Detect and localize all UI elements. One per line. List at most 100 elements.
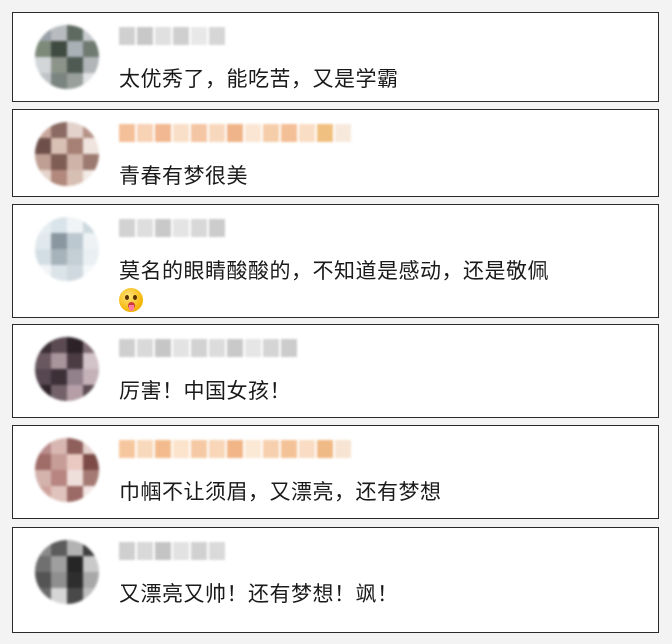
avatar-pixel — [51, 454, 67, 470]
avatar-pixel — [35, 73, 51, 89]
avatar-pixel — [35, 454, 51, 470]
username-pixel — [281, 440, 297, 458]
comment-card[interactable]: 青春有梦很美 — [12, 109, 659, 197]
avatar-pixel — [67, 540, 83, 556]
comment-card[interactable]: 太优秀了，能吃苦，又是学霸 — [12, 12, 659, 102]
username-pixel — [227, 124, 243, 142]
avatar-pixel — [51, 385, 67, 401]
username-pixel — [263, 339, 279, 357]
username-pixel — [245, 339, 261, 357]
username-pixel — [299, 124, 315, 142]
username-pixel — [173, 219, 189, 237]
username-pixel — [137, 440, 153, 458]
username-pixel — [137, 219, 153, 237]
avatar-pixel — [83, 454, 99, 470]
avatar-pixel — [35, 249, 51, 265]
comment-card[interactable]: 又漂亮又帅！还有梦想！飒！ — [12, 527, 659, 633]
username-pixel — [191, 542, 207, 560]
avatar-pixel — [51, 369, 67, 385]
avatar-pixel — [67, 337, 83, 353]
avatar-pixel — [35, 265, 51, 281]
username-pixel — [137, 339, 153, 357]
username-pixel — [209, 542, 225, 560]
avatar-pixel — [35, 540, 51, 556]
comment-text: 厉害！中国女孩！ — [119, 379, 291, 403]
avatar-pixel — [67, 122, 83, 138]
username-pixel — [209, 27, 225, 45]
username-pixel — [173, 124, 189, 142]
avatar-pixel — [51, 249, 67, 265]
avatar-pixel — [67, 217, 83, 233]
avatar-pixel — [83, 588, 99, 604]
avatar-pixel — [35, 486, 51, 502]
avatar-pixel — [35, 57, 51, 73]
avatar-pixel — [83, 233, 99, 249]
comment-card[interactable]: 厉害！中国女孩！ — [12, 324, 659, 418]
avatar[interactable] — [35, 337, 99, 401]
avatar[interactable] — [35, 540, 99, 604]
username-blurred[interactable] — [119, 124, 351, 142]
avatar-pixel — [35, 154, 51, 170]
avatar-pixel — [83, 57, 99, 73]
avatar-pixel — [67, 154, 83, 170]
avatar-pixel — [83, 540, 99, 556]
username-blurred[interactable] — [119, 542, 225, 560]
comment-text: 莫名的眼睛酸酸的，不知道是感动，还是敬佩 — [119, 259, 549, 283]
avatar-pixel — [67, 170, 83, 186]
username-pixel — [155, 339, 171, 357]
avatar-pixel — [51, 73, 67, 89]
avatar-pixel — [67, 438, 83, 454]
avatar-pixel — [83, 572, 99, 588]
username-blurred[interactable] — [119, 339, 297, 357]
comment-text: 巾帼不让须眉，又漂亮，还有梦想 — [119, 480, 442, 504]
username-pixel — [191, 219, 207, 237]
avatar-pixel — [83, 154, 99, 170]
username-blurred[interactable] — [119, 440, 351, 458]
avatar-pixel — [35, 385, 51, 401]
avatar-pixel — [67, 249, 83, 265]
username-pixel — [173, 440, 189, 458]
avatar-pixel — [67, 369, 83, 385]
avatar-pixel — [51, 138, 67, 154]
username-pixel — [119, 440, 135, 458]
avatar-pixel — [83, 170, 99, 186]
avatar-pixel — [35, 438, 51, 454]
username-pixel — [191, 339, 207, 357]
username-pixel — [191, 27, 207, 45]
avatar-pixel — [83, 122, 99, 138]
username-pixel — [209, 339, 225, 357]
avatar-pixel — [83, 486, 99, 502]
avatar-pixel — [35, 122, 51, 138]
comment-text: 青春有梦很美 — [119, 164, 248, 188]
avatar-pixel — [51, 337, 67, 353]
username-pixel — [155, 27, 171, 45]
comment-card[interactable]: 巾帼不让须眉，又漂亮，还有梦想 — [12, 425, 659, 519]
avatar[interactable] — [35, 438, 99, 502]
avatar[interactable] — [35, 122, 99, 186]
username-pixel — [155, 542, 171, 560]
username-pixel — [209, 440, 225, 458]
username-pixel — [281, 124, 297, 142]
avatar-pixel — [35, 588, 51, 604]
avatar-pixel — [35, 170, 51, 186]
avatar-pixel — [51, 122, 67, 138]
username-pixel — [119, 219, 135, 237]
username-blurred[interactable] — [119, 219, 225, 237]
username-pixel — [155, 440, 171, 458]
avatar-pixel — [35, 470, 51, 486]
avatar-pixel — [51, 25, 67, 41]
avatar[interactable] — [35, 25, 99, 89]
avatar-pixel — [35, 572, 51, 588]
tongue-out-emoji-icon — [119, 288, 143, 312]
avatar-pixel — [67, 454, 83, 470]
username-pixel — [263, 124, 279, 142]
username-pixel — [227, 440, 243, 458]
username-pixel — [155, 124, 171, 142]
username-blurred[interactable] — [119, 27, 225, 45]
avatar-pixel — [51, 233, 67, 249]
avatar-pixel — [83, 337, 99, 353]
comment-card[interactable]: 莫名的眼睛酸酸的，不知道是感动，还是敬佩 — [12, 204, 659, 318]
avatar-pixel — [83, 470, 99, 486]
avatar[interactable] — [35, 217, 99, 281]
username-pixel — [173, 339, 189, 357]
